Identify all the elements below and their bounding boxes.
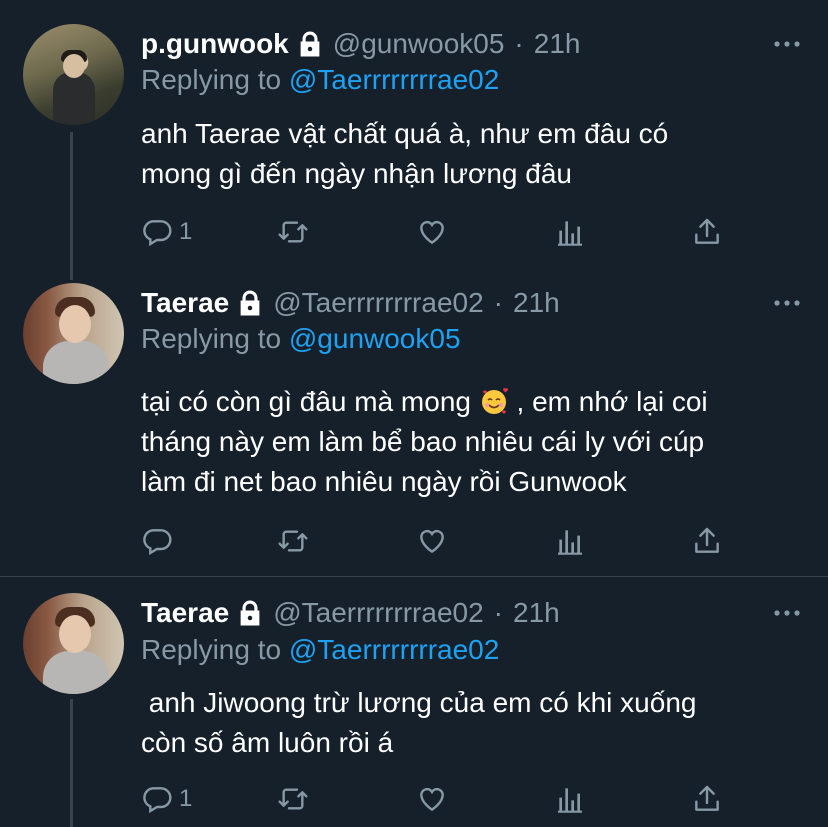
timestamp[interactable]: 21h	[513, 287, 560, 319]
share-icon	[695, 785, 719, 811]
replying-to-label: Replying to	[141, 323, 289, 354]
avatar[interactable]	[23, 593, 124, 694]
tweet-actions	[141, 525, 741, 557]
tweet-actions: 1	[141, 783, 741, 815]
tweet[interactable]: p.gunwook @gunwook05 · 21h Replying to @…	[0, 0, 828, 280]
lock-icon	[300, 31, 320, 57]
like-button[interactable]	[416, 216, 454, 248]
tweet-text-line: làm đi net bao nhiêu ngày rồi Gunwook	[141, 466, 627, 497]
tweet-text-line: anh Jiwoong trừ lương của em có khi xuốn…	[141, 687, 697, 718]
timestamp[interactable]: 21h	[534, 28, 581, 60]
tweet-text-line: còn số âm luôn rồi á	[141, 727, 394, 758]
tweet[interactable]: Taerae @Taerrrrrrrrae02 · 21h Replying t…	[0, 280, 828, 576]
analytics-button[interactable]	[554, 525, 586, 557]
lock-icon	[240, 290, 260, 316]
replying-to-mention[interactable]: @Taerrrrrrrrae02	[289, 634, 499, 665]
replying-to-label: Replying to	[141, 634, 289, 665]
retweet-button[interactable]	[277, 216, 315, 248]
tweet-header: p.gunwook @gunwook05 · 21h	[141, 24, 580, 64]
separator-dot: ·	[493, 597, 503, 628]
tweet[interactable]: Taerae @Taerrrrrrrrae02 · 21h Replying t…	[0, 577, 828, 827]
share-icon	[695, 527, 719, 553]
timestamp[interactable]: 21h	[513, 597, 560, 629]
more-icon[interactable]	[772, 37, 802, 51]
heart-icon	[420, 220, 444, 245]
reply-count: 1	[179, 785, 193, 812]
tweet-header: Taerae @Taerrrrrrrrae02 · 21h	[141, 593, 560, 633]
like-button[interactable]	[416, 783, 454, 815]
tweet-text: tại có còn gì đâu mà mong , em nhớ lại c…	[141, 382, 811, 502]
reply-button[interactable]: 1	[141, 783, 192, 815]
handle[interactable]: @Taerrrrrrrrae02	[273, 597, 483, 629]
share-icon	[695, 218, 719, 244]
tweet-text: anh Jiwoong trừ lương của em có khi xuốn…	[141, 683, 811, 763]
share-button[interactable]	[691, 783, 723, 815]
reply-icon	[143, 787, 172, 814]
retweet-button[interactable]	[277, 525, 315, 557]
replying-to-label: Replying to	[141, 64, 289, 95]
analytics-icon	[558, 788, 582, 813]
share-button[interactable]	[691, 216, 723, 248]
separator-dot: ·	[493, 287, 503, 318]
retweet-icon	[278, 530, 308, 552]
tweet-text-line: tại có còn gì đâu mà mong	[141, 386, 471, 417]
replying-to-mention[interactable]: @gunwook05	[289, 323, 461, 354]
like-button[interactable]	[416, 525, 454, 557]
replying-to-mention[interactable]: @Taerrrrrrrrae02	[289, 64, 499, 95]
analytics-icon	[558, 221, 582, 246]
tweet-header: Taerae @Taerrrrrrrrae02 · 21h	[141, 283, 560, 323]
display-name[interactable]: Taerae	[141, 597, 229, 629]
tweet-text-line: tháng này em làm bể bao nhiêu cái ly với…	[141, 426, 705, 457]
reply-count: 1	[179, 218, 193, 245]
heart-icon	[420, 787, 444, 812]
analytics-button[interactable]	[554, 783, 586, 815]
tweet-text-line: , em nhớ lại coi	[508, 386, 708, 417]
reply-button[interactable]: 1	[141, 216, 192, 248]
reply-button[interactable]	[141, 525, 179, 557]
analytics-button[interactable]	[554, 216, 586, 248]
tweet-actions: 1	[141, 216, 741, 248]
separator-dot: ·	[514, 28, 524, 59]
more-icon[interactable]	[772, 606, 802, 620]
replying-to: Replying to @gunwook05	[141, 323, 461, 355]
analytics-icon	[558, 530, 582, 555]
reply-icon	[143, 529, 172, 556]
handle[interactable]: @Taerrrrrrrrae02	[273, 287, 483, 319]
avatar[interactable]	[23, 283, 124, 384]
reply-icon	[143, 220, 172, 247]
tweet-text-line: anh Taerae vật chất quá à, như em đâu có	[141, 118, 669, 149]
replying-to: Replying to @Taerrrrrrrrae02	[141, 634, 499, 666]
smiling-face-with-hearts-emoji	[481, 388, 508, 414]
replying-to: Replying to @Taerrrrrrrrae02	[141, 64, 499, 96]
tweet-text-line: mong gì đến ngày nhận lương đâu	[141, 158, 572, 189]
more-icon[interactable]	[772, 296, 802, 310]
lock-icon	[240, 600, 260, 626]
share-button[interactable]	[691, 525, 723, 557]
handle[interactable]: @gunwook05	[333, 28, 505, 60]
avatar[interactable]	[23, 24, 124, 125]
retweet-icon	[278, 221, 308, 243]
heart-icon	[420, 529, 444, 554]
display-name[interactable]: Taerae	[141, 287, 229, 319]
display-name[interactable]: p.gunwook	[141, 28, 289, 60]
retweet-icon	[278, 788, 308, 810]
tweet-text-line-wrap: tại có còn gì đâu mà mong , em nhớ lại c…	[141, 382, 811, 422]
tweet-text: anh Taerae vật chất quá à, như em đâu có…	[141, 114, 811, 194]
retweet-button[interactable]	[277, 783, 315, 815]
